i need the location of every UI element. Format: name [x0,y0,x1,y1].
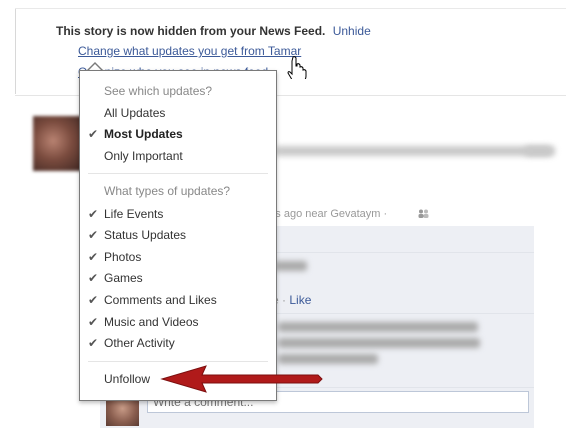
checkmark-icon: ✔ [88,315,99,329]
menu-item-unfollow[interactable]: Unfollow [104,372,150,386]
hidden-story-rule [15,9,16,94]
blurred-post-text [525,146,555,156]
checkmark-icon: ✔ [88,207,99,221]
what-types-header: What types of updates? [104,184,231,198]
blurred-post-text [275,146,551,156]
see-which-updates-header: See which updates? [104,84,213,98]
menu-item-comments-likes[interactable]: Comments and Likes [104,293,217,307]
menu-item-other-activity[interactable]: Other Activity [104,336,175,350]
update-preferences-menu: See which updates? All Updates ✔ Most Up… [79,70,277,401]
menu-item-photos[interactable]: Photos [104,250,141,264]
tamar-avatar[interactable] [33,116,83,171]
menu-item-life-events[interactable]: Life Events [104,207,163,221]
menu-item-only-important[interactable]: Only Important [104,149,183,163]
menu-divider [88,173,268,174]
checkmark-icon: ✔ [88,127,99,141]
menu-item-games[interactable]: Games [104,271,143,285]
checkmark-icon: ✔ [88,336,99,350]
checkmark-icon: ✔ [88,293,99,307]
feed-top-border [15,0,566,9]
hidden-story-message: This story is now hidden from your News … [56,24,326,38]
checkmark-icon: ✔ [88,250,99,264]
blurred-comment-text [278,338,480,348]
like-link[interactable]: Like [289,293,311,307]
hidden-story-notice: This story is now hidden from your News … [56,24,371,38]
checkmark-icon: ✔ [88,271,99,285]
friends-audience-icon[interactable] [418,209,429,218]
menu-item-most-updates[interactable]: Most Updates [104,127,183,141]
blurred-comment-text [275,261,307,271]
annotation-arrow-icon [160,365,323,393]
change-updates-link[interactable]: Change what updates you get from Tamar [78,44,301,58]
unhide-link[interactable]: Unhide [333,24,371,38]
blurred-comment-text [278,322,478,332]
menu-item-all-updates[interactable]: All Updates [104,106,165,120]
menu-item-status-updates[interactable]: Status Updates [104,228,186,242]
current-user-avatar [106,397,139,426]
menu-item-music-videos[interactable]: Music and Videos [104,315,199,329]
blurred-comment-text [278,354,378,364]
checkmark-icon: ✔ [88,228,99,242]
menu-divider [88,361,268,362]
hand-cursor-icon [287,56,307,79]
post-timestamp[interactable]: utes ago near Gevataym · [260,208,387,220]
